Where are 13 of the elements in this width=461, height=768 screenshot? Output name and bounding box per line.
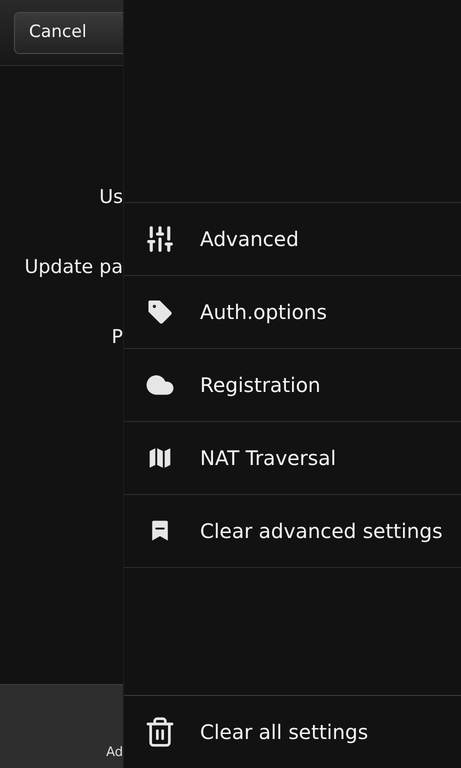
menu-item[interactable]: Clear all settings: [124, 695, 461, 768]
action-label: Ad: [106, 744, 123, 762]
trash-icon: [144, 715, 176, 749]
field-label: Us: [99, 186, 123, 208]
field-label: Update pa: [24, 256, 123, 278]
field-label: P: [112, 326, 123, 348]
menu-item[interactable]: Advanced: [124, 203, 461, 276]
menu-item[interactable]: NAT Traversal: [124, 422, 461, 495]
menu-item[interactable]: Registration: [124, 349, 461, 422]
menu-item[interactable]: Auth.options: [124, 276, 461, 349]
sliders-icon: [145, 224, 175, 254]
menu-item[interactable]: Clear advanced settings: [124, 495, 461, 568]
cancel-button[interactable]: Cancel: [14, 12, 123, 54]
